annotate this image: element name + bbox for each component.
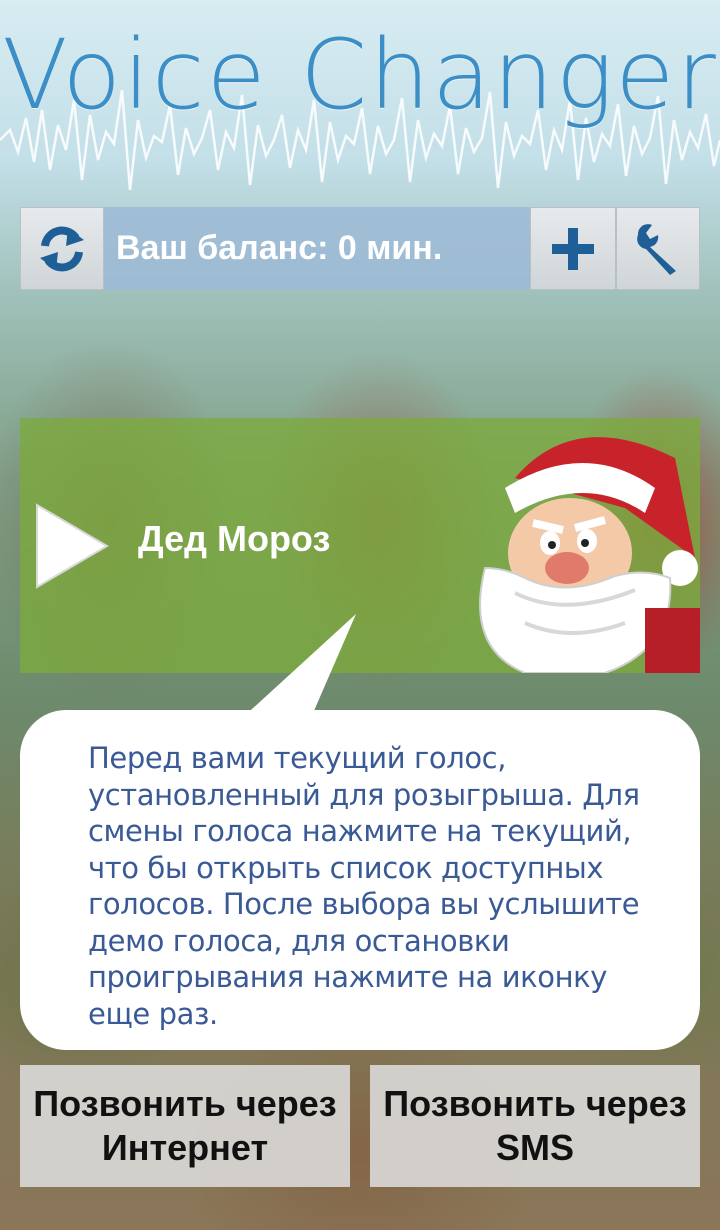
- refresh-button[interactable]: [20, 207, 104, 290]
- call-internet-line1: Позвонить через: [33, 1083, 337, 1124]
- wrench-icon: [637, 223, 676, 275]
- add-balance-button[interactable]: [530, 207, 616, 290]
- call-via-internet-button[interactable]: Позвонить через Интернет: [20, 1065, 350, 1187]
- refresh-icon: [40, 226, 84, 271]
- play-icon: [36, 503, 109, 589]
- call-sms-line2: SMS: [495, 1127, 574, 1168]
- settings-button[interactable]: [616, 207, 700, 290]
- play-demo-button[interactable]: [32, 503, 112, 589]
- top-toolbar: Ваш баланс: 0 мин.: [20, 207, 700, 290]
- help-tooltip-text: Перед вами текущий голос, установленный …: [88, 741, 640, 1031]
- call-sms-line1: Позвонить через: [383, 1083, 687, 1124]
- santa-claus-avatar: [445, 418, 700, 673]
- app-title: Voice Changer: [2, 19, 718, 131]
- call-internet-line2: Интернет: [101, 1127, 269, 1168]
- help-tooltip: Перед вами текущий голос, установленный …: [20, 710, 700, 1050]
- balance-label: Ваш баланс: 0 мин.: [104, 207, 530, 290]
- plus-icon: [552, 227, 594, 270]
- voice-name: Дед Мороз: [138, 518, 331, 559]
- call-via-sms-button[interactable]: Позвонить через SMS: [370, 1065, 700, 1187]
